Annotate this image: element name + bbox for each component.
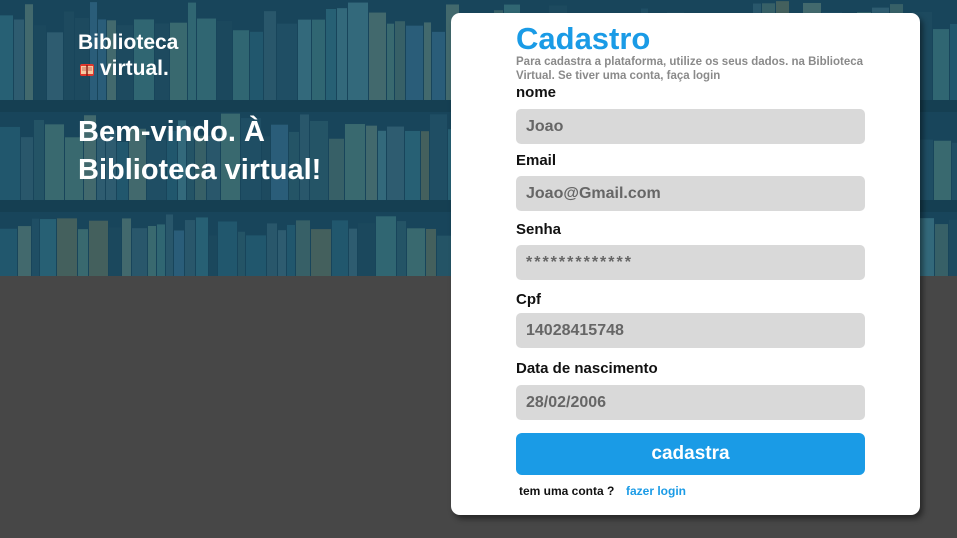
form-subtitle: Para cadastra a plataforma, utilize os s… <box>516 56 864 82</box>
email-field[interactable]: Joao@Gmail.com <box>516 176 865 211</box>
name-label: nome <box>516 84 557 101</box>
login-link[interactable]: fazer login <box>626 484 686 498</box>
brand-line-1: Biblioteca <box>78 31 179 54</box>
password-field[interactable]: ************* <box>516 245 865 280</box>
have-account-text: tem uma conta ? <box>519 484 615 498</box>
brand-logo: Biblioteca virtual. <box>78 30 178 82</box>
signup-card: Cadastro Para cadastra a plataforma, uti… <box>451 13 920 515</box>
birthdate-field[interactable]: 28/02/2006 <box>516 385 865 420</box>
birthdate-label: Data de nascimento <box>516 360 658 377</box>
password-label: Senha <box>516 221 562 238</box>
submit-button[interactable]: cadastra <box>516 433 865 475</box>
book-icon <box>78 60 96 78</box>
welcome-heading: Bem-vindo. À Biblioteca virtual! <box>78 116 322 186</box>
cpf-field[interactable]: 14028415748 <box>516 313 865 348</box>
brand-line-2: virtual. <box>100 57 169 80</box>
name-field[interactable]: Joao <box>516 109 865 144</box>
form-title: Cadastro <box>516 21 651 56</box>
email-label: Email <box>516 152 557 169</box>
cpf-label: Cpf <box>516 291 541 308</box>
